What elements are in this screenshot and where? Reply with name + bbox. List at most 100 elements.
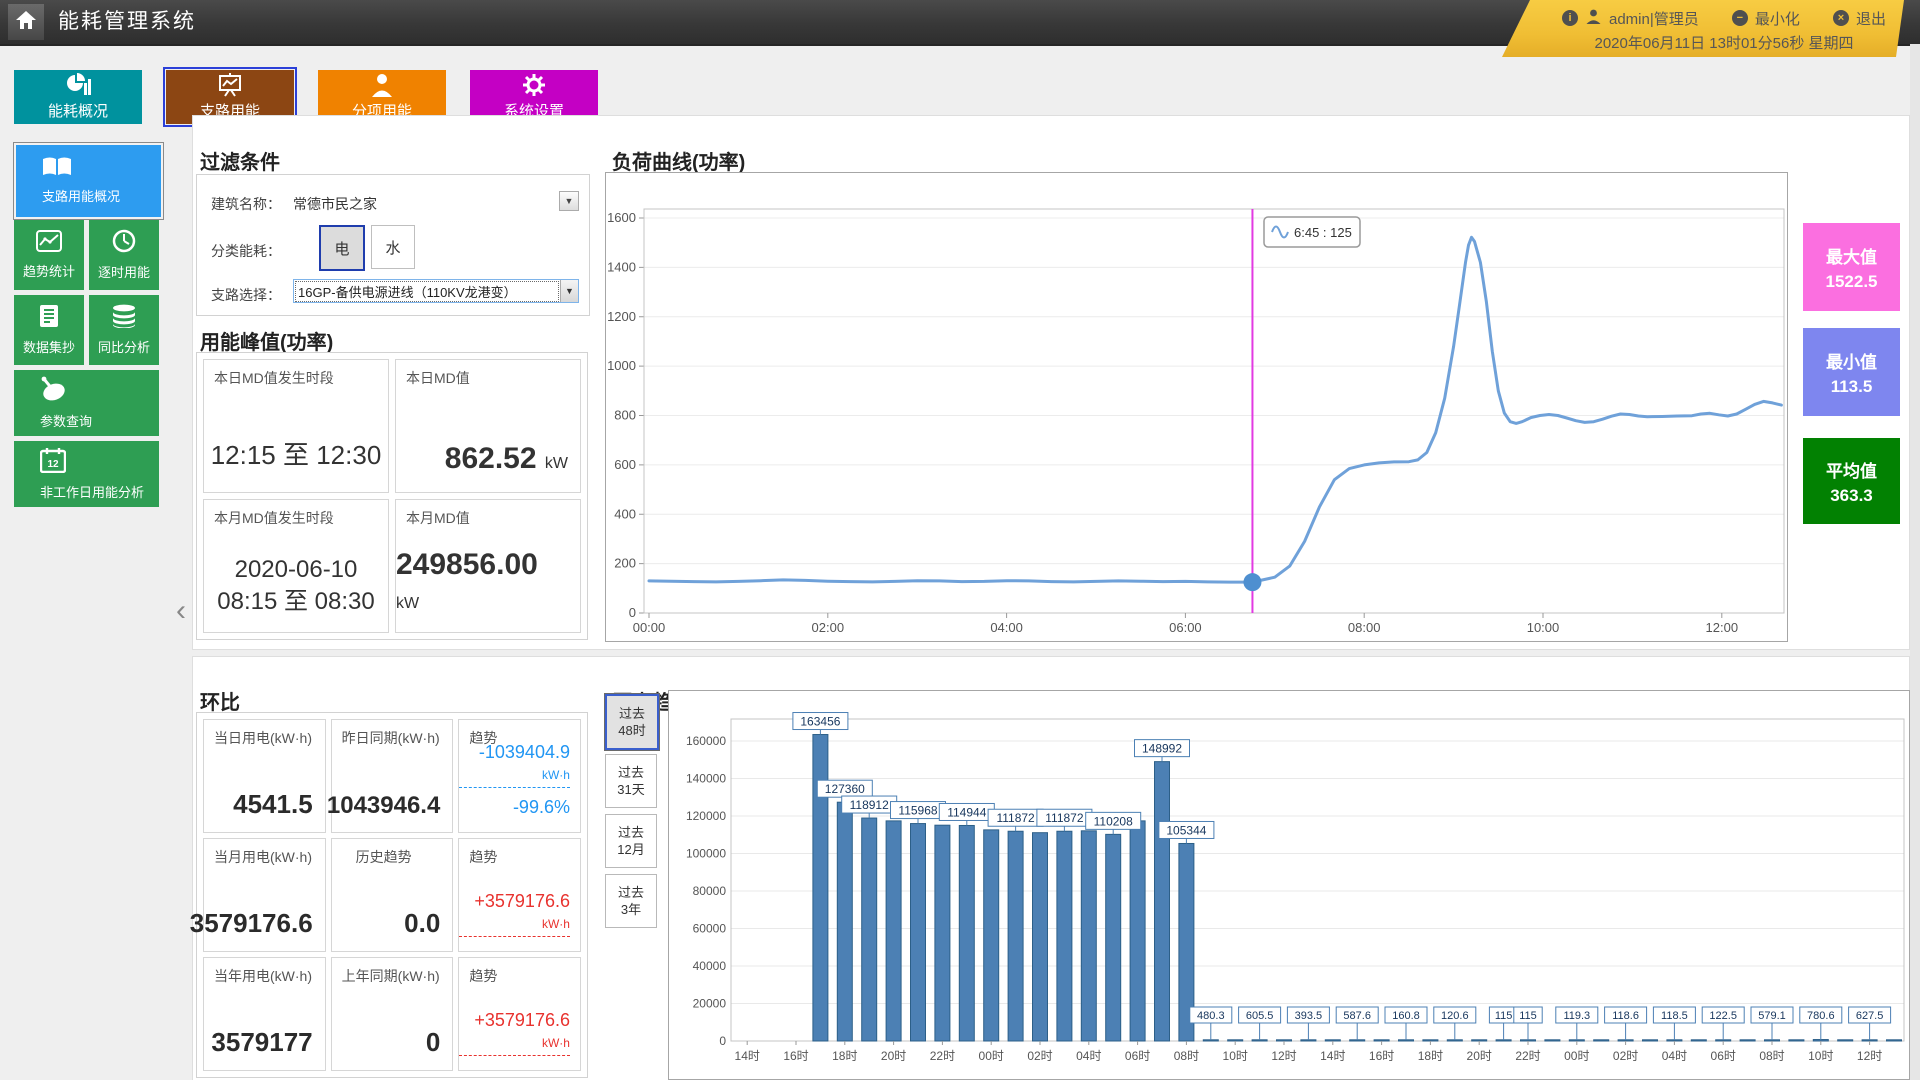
svg-text:122.5: 122.5 (1709, 1010, 1737, 1022)
calendar-icon: 12 (14, 447, 159, 476)
svg-text:12时: 12时 (1857, 1049, 1882, 1063)
svg-text:00时: 00时 (1564, 1049, 1589, 1063)
md-month-period-value: 2020-06-1008:15 至 08:30 (204, 554, 388, 618)
month-usage-card: 当月用电(kW·h) 3579176.6 (203, 838, 326, 952)
svg-text:0: 0 (719, 1034, 726, 1048)
svg-text:16时: 16时 (1369, 1049, 1394, 1063)
building-dropdown-button[interactable]: ▼ (559, 191, 579, 211)
svg-text:120.6: 120.6 (1441, 1010, 1469, 1022)
history-bar-svg: 0200004000060000800001000001200001400001… (669, 691, 1909, 1079)
energy-type-label: 分类能耗： (211, 241, 281, 261)
svg-text:111872: 111872 (996, 811, 1035, 825)
load-chart-title: 负荷曲线(功率) (612, 146, 745, 175)
sidebar-item-label: 参数查询 (14, 411, 159, 430)
sidebar-item-data-collection[interactable]: 数据集抄 (14, 295, 84, 365)
history-bar-chart[interactable]: 0200004000060000800001000001200001400001… (668, 690, 1910, 1080)
day-trend-card: 趋势 -1039404.9 kW·h -99.6% (458, 719, 581, 833)
sidebar-collapse-chevron[interactable]: ‹ (176, 596, 186, 626)
chevron-down-icon: ▼ (560, 280, 578, 302)
svg-text:14时: 14时 (1320, 1049, 1345, 1063)
svg-text:00:00: 00:00 (633, 620, 666, 635)
branch-select[interactable]: 16GP-备供电源进线（110KV龙港变） ▼ (293, 279, 579, 303)
card-label: 本日MD值发生时段 (214, 368, 334, 388)
nav-tab-energy-overview[interactable]: 能耗概况 (14, 70, 142, 124)
svg-text:800: 800 (614, 408, 636, 423)
svg-text:119.3: 119.3 (1563, 1010, 1590, 1022)
svg-text:627.5: 627.5 (1856, 1010, 1884, 1022)
svg-text:200: 200 (614, 556, 636, 571)
document-icon (39, 304, 59, 331)
svg-text:22时: 22时 (930, 1049, 955, 1063)
svg-text:04:00: 04:00 (990, 620, 1023, 635)
minimize-icon[interactable]: − (1732, 10, 1748, 26)
sidebar-item-label: 数据集抄 (23, 337, 75, 356)
svg-text:14时: 14时 (735, 1049, 760, 1063)
sidebar-item-trend-stats[interactable]: 趋势统计 (14, 220, 84, 290)
svg-text:600: 600 (614, 457, 636, 472)
svg-text:1600: 1600 (607, 210, 636, 225)
svg-text:393.5: 393.5 (1295, 1010, 1323, 1022)
sidebar-item-label: 非工作日用能分析 (14, 482, 159, 501)
home-button[interactable] (8, 4, 44, 40)
user-icon (1585, 8, 1602, 29)
ribbon-row-user: i admin|管理员 − 最小化 × 退出 (1562, 7, 1886, 29)
svg-text:148992: 148992 (1142, 742, 1182, 756)
svg-text:605.5: 605.5 (1246, 1010, 1274, 1022)
md-today-value-card: 本日MD值 862.52 kW (395, 359, 581, 493)
branch-select-value: 16GP-备供电源进线（110KV龙港变） (295, 281, 559, 302)
md-today-value: 862.52 kW (445, 442, 568, 476)
tab-past-48h[interactable]: 过去48时 (605, 694, 659, 750)
minimize-label[interactable]: 最小化 (1755, 8, 1800, 29)
book-icon (16, 157, 161, 180)
svg-text:163456: 163456 (800, 715, 840, 729)
md-month-value-card: 本月MD值 249856.00 kW (395, 499, 581, 633)
svg-text:10:00: 10:00 (1527, 620, 1560, 635)
svg-text:12时: 12时 (1271, 1049, 1296, 1063)
sidebar-item-yoy-analysis[interactable]: 同比分析 (89, 295, 159, 365)
sidebar-item-parameter-query[interactable]: 参数查询 (14, 370, 159, 436)
logout-icon[interactable]: × (1833, 10, 1849, 26)
avg-value-badge: 平均值363.3 (1803, 438, 1900, 524)
tab-past-12m[interactable]: 过去12月 (605, 814, 657, 868)
svg-text:115: 115 (1519, 1010, 1537, 1022)
easel-chart-icon (217, 73, 243, 97)
tab-past-31d[interactable]: 过去31天 (605, 754, 657, 808)
energy-option-electric[interactable]: 电 (319, 225, 365, 271)
branch-label: 支路选择： (211, 285, 281, 305)
svg-text:105344: 105344 (1166, 823, 1206, 837)
today-usage-card: 当日用电(kW·h) 4541.5 (203, 719, 326, 833)
md-month-period-card: 本月MD值发生时段 2020-06-1008:15 至 08:30 (203, 499, 389, 633)
card-label: 本月MD值 (406, 508, 470, 528)
svg-text:60000: 60000 (693, 922, 727, 936)
energy-option-water[interactable]: 水 (371, 225, 415, 269)
svg-text:114944: 114944 (947, 805, 986, 819)
gear-icon (522, 73, 546, 97)
scrollbar[interactable] (1910, 44, 1920, 1080)
svg-text:10时: 10时 (1223, 1049, 1248, 1063)
tab-past-3y[interactable]: 过去3年 (605, 874, 657, 928)
svg-text:1000: 1000 (607, 358, 636, 373)
svg-text:140000: 140000 (686, 772, 726, 786)
svg-text:6:45 : 125: 6:45 : 125 (1294, 225, 1352, 240)
svg-text:0: 0 (629, 605, 636, 620)
svg-text:18时: 18时 (832, 1049, 857, 1063)
svg-text:02:00: 02:00 (812, 620, 845, 635)
svg-text:118.5: 118.5 (1661, 1010, 1688, 1022)
svg-text:115: 115 (1495, 1010, 1513, 1022)
svg-text:02时: 02时 (1613, 1049, 1638, 1063)
top-bar: 能耗管理系统 i admin|管理员 − 最小化 × 退出 2020年06月11… (0, 0, 1920, 46)
svg-text:80000: 80000 (693, 884, 727, 898)
svg-text:16时: 16时 (783, 1049, 808, 1063)
info-icon[interactable]: i (1562, 10, 1578, 26)
load-curve-chart[interactable]: 0200400600800100012001400160000:0002:000… (605, 172, 1788, 642)
year-trend-card: 趋势 +3579176.6 kW·h (458, 957, 581, 1071)
svg-text:111872: 111872 (1045, 811, 1084, 825)
md-today-period-card: 本日MD值发生时段 12:15 至 12:30 (203, 359, 389, 493)
sidebar-item-label: 逐时用能 (98, 262, 150, 281)
md-month-value: 249856.00 kW (396, 548, 568, 616)
sidebar-item-nonworkday-analysis[interactable]: 12 非工作日用能分析 (14, 441, 159, 507)
sidebar-item-branch-overview[interactable]: 支路用能概况 (14, 143, 163, 219)
logout-label[interactable]: 退出 (1856, 8, 1886, 29)
svg-text:587.6: 587.6 (1343, 1010, 1371, 1022)
sidebar-item-hourly-energy[interactable]: 逐时用能 (89, 220, 159, 290)
